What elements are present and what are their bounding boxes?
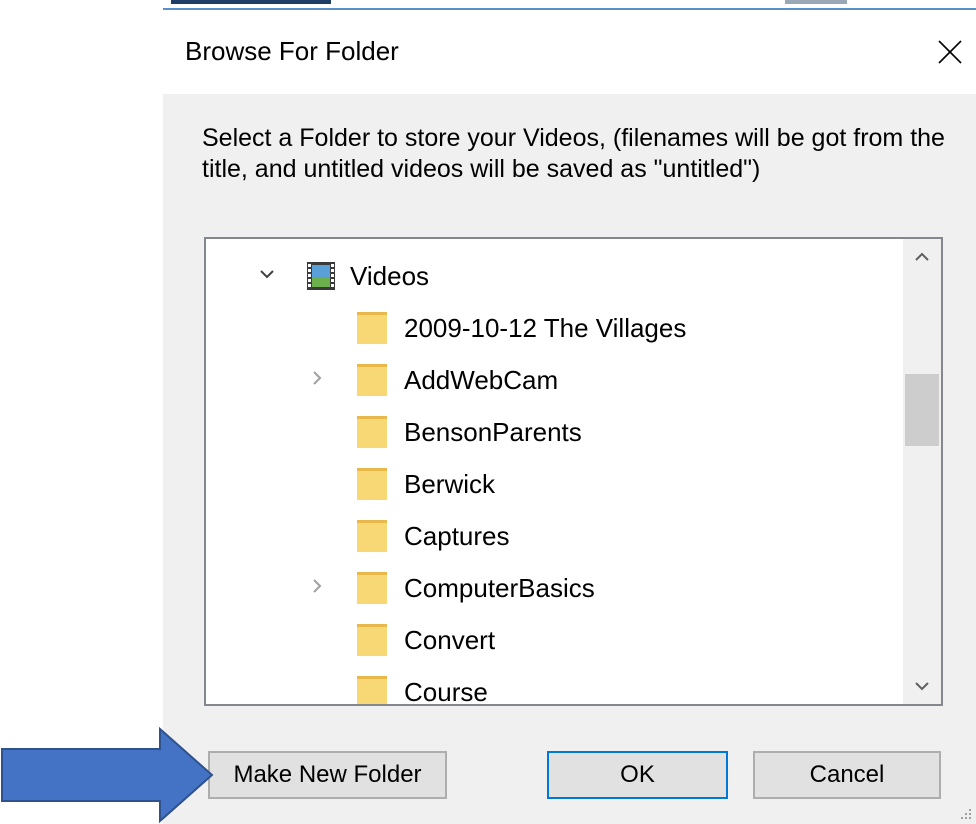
expand-toggle[interactable] <box>256 263 278 285</box>
videos-library-icon <box>307 262 335 290</box>
folder-icon <box>357 312 387 344</box>
folder-tree[interactable]: Videos 2009-10-12 The Villages AddWebCam Be… <box>204 237 943 706</box>
folder-icon <box>357 364 387 396</box>
tree-item[interactable]: Convert <box>206 613 896 665</box>
background-window-text <box>785 0 847 4</box>
vertical-scrollbar[interactable] <box>903 239 941 704</box>
chevron-up-icon <box>915 252 929 261</box>
dialog-titlebar[interactable]: Browse For Folder <box>163 10 976 94</box>
tree-item[interactable]: AddWebCam <box>206 353 896 405</box>
resize-grip-icon[interactable] <box>958 806 972 820</box>
chevron-right-icon <box>313 579 322 593</box>
scroll-thumb[interactable] <box>905 374 939 446</box>
close-button[interactable] <box>924 28 976 76</box>
browse-for-folder-dialog: Browse For Folder Select a Folder to sto… <box>163 10 976 824</box>
folder-icon <box>357 572 387 604</box>
tree-item[interactable]: ComputerBasics <box>206 561 896 613</box>
tree-item-label: Captures <box>404 521 510 551</box>
tree-item-label: BensonParents <box>404 417 582 447</box>
chevron-right-icon <box>313 371 322 385</box>
tree-item-label: AddWebCam <box>404 365 559 395</box>
annotation-arrow-icon <box>1 727 214 824</box>
scroll-up-button[interactable] <box>903 239 941 275</box>
make-new-folder-button[interactable]: Make New Folder <box>208 751 447 799</box>
folder-icon <box>357 624 387 656</box>
close-icon <box>938 40 962 64</box>
background-window-edge <box>163 0 976 10</box>
tree-item-label: Course <box>404 677 488 706</box>
folder-icon <box>357 416 387 448</box>
chevron-down-icon <box>915 682 929 691</box>
tree-item[interactable]: Berwick <box>206 457 896 509</box>
chevron-down-icon <box>260 270 274 279</box>
tree-item[interactable]: 2009-10-12 The Villages <box>206 301 896 353</box>
dialog-title: Browse For Folder <box>185 36 399 66</box>
tree-item[interactable]: Course <box>206 665 896 706</box>
tree-item-label: 2009-10-12 The Villages <box>404 313 687 343</box>
expand-toggle[interactable] <box>306 575 328 597</box>
cancel-button[interactable]: Cancel <box>753 751 941 799</box>
tree-item-label: ComputerBasics <box>404 573 595 603</box>
ok-button[interactable]: OK <box>547 751 728 799</box>
tree-item[interactable]: Captures <box>206 509 896 561</box>
folder-icon <box>357 520 387 552</box>
tree-item-label: Videos <box>350 261 430 291</box>
instruction-text: Select a Folder to store your Videos, (f… <box>202 124 945 183</box>
folder-icon <box>357 676 387 704</box>
scroll-down-button[interactable] <box>903 668 941 704</box>
background-window-text <box>171 0 331 4</box>
tree-item-videos[interactable]: Videos <box>206 249 896 301</box>
tree-item-label: Convert <box>404 625 496 655</box>
tree-item-label: Berwick <box>404 469 496 499</box>
tree-item[interactable]: BensonParents <box>206 405 896 457</box>
screenshot-stage: Browse For Folder Select a Folder to sto… <box>0 0 976 824</box>
folder-icon <box>357 468 387 500</box>
expand-toggle[interactable] <box>306 367 328 389</box>
